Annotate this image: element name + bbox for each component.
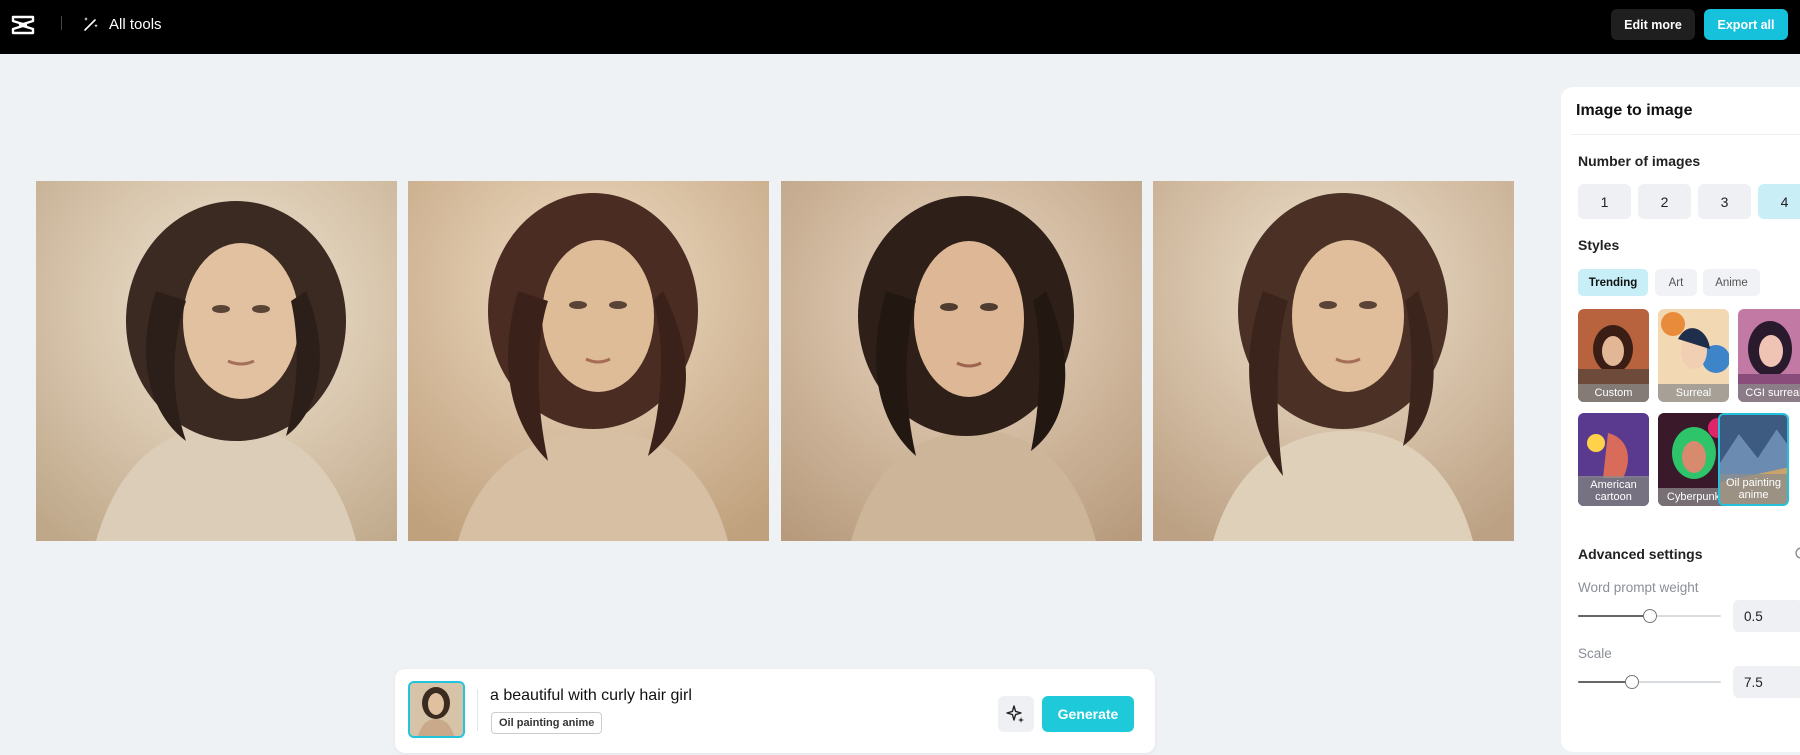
top-bar: All tools Edit more Export all — [0, 0, 1800, 54]
prompt-bar: a beautiful with curly hair girl Oil pai… — [395, 669, 1155, 753]
style-card-oil-painting-anime[interactable]: Oil painting anime — [1718, 413, 1789, 506]
number-option-3[interactable]: 3 — [1698, 184, 1751, 219]
panel-title: Image to image — [1576, 102, 1693, 119]
all-tools-label: All tools — [109, 15, 162, 33]
enhance-prompt-button[interactable] — [998, 696, 1034, 732]
tab-trending[interactable]: Trending — [1578, 269, 1648, 296]
generated-image-1[interactable] — [36, 181, 397, 541]
slider-handle[interactable] — [1624, 675, 1639, 689]
prompt-input[interactable]: a beautiful with curly hair girl — [490, 687, 692, 705]
number-of-images-label: Number of images — [1578, 153, 1701, 169]
style-card-label: Custom — [1578, 384, 1649, 402]
style-card-label: Surreal — [1658, 384, 1729, 402]
topbar-divider — [61, 16, 62, 30]
magic-wand-icon — [84, 17, 98, 31]
tab-anime[interactable]: Anime — [1703, 269, 1760, 296]
capcut-logo-icon[interactable] — [10, 12, 36, 38]
generated-image-3[interactable] — [781, 181, 1142, 541]
slider-fill — [1578, 615, 1650, 617]
panel-divider — [1571, 134, 1800, 135]
style-card-cgi-surreal[interactable]: CGI surreal — [1738, 309, 1800, 402]
word-prompt-weight-slider[interactable] — [1578, 609, 1721, 623]
edit-more-button[interactable]: Edit more — [1611, 9, 1695, 40]
slider-fill — [1578, 681, 1632, 683]
reset-icon[interactable] — [1794, 546, 1800, 560]
settings-panel: Image to image Number of images 1 2 3 4 … — [1561, 87, 1800, 752]
scale-label: Scale — [1578, 646, 1612, 661]
generate-button[interactable]: Generate — [1042, 696, 1134, 732]
advanced-settings-label: Advanced settings — [1578, 546, 1703, 562]
number-option-4[interactable]: 4 — [1758, 184, 1800, 219]
style-card-label: American cartoon — [1578, 476, 1649, 506]
sparkle-icon — [1006, 705, 1024, 723]
scale-slider[interactable] — [1578, 675, 1721, 689]
tab-art[interactable]: Art — [1655, 269, 1697, 296]
word-prompt-weight-input[interactable]: 0.5 — [1733, 600, 1800, 632]
styles-label: Styles — [1578, 237, 1620, 253]
style-card-american-cartoon[interactable]: American cartoon — [1578, 413, 1649, 506]
style-card-label: CGI surreal — [1738, 384, 1800, 402]
export-all-button[interactable]: Export all — [1704, 9, 1788, 40]
style-card-custom[interactable]: Custom — [1578, 309, 1649, 402]
number-option-2[interactable]: 2 — [1638, 184, 1691, 219]
reference-image-thumbnail[interactable] — [408, 681, 465, 738]
style-card-surreal[interactable]: Surreal — [1658, 309, 1729, 402]
number-option-1[interactable]: 1 — [1578, 184, 1631, 219]
style-card-label: Oil painting anime — [1720, 474, 1787, 504]
scale-input[interactable]: 7.5 — [1733, 666, 1800, 698]
word-prompt-weight-label: Word prompt weight — [1578, 580, 1699, 595]
slider-handle[interactable] — [1642, 609, 1657, 623]
selected-style-chip[interactable]: Oil painting anime — [491, 712, 603, 734]
all-tools-button[interactable]: All tools — [82, 12, 162, 36]
generated-image-4[interactable] — [1153, 181, 1514, 541]
prompt-divider — [477, 689, 478, 731]
generated-image-2[interactable] — [408, 181, 769, 541]
